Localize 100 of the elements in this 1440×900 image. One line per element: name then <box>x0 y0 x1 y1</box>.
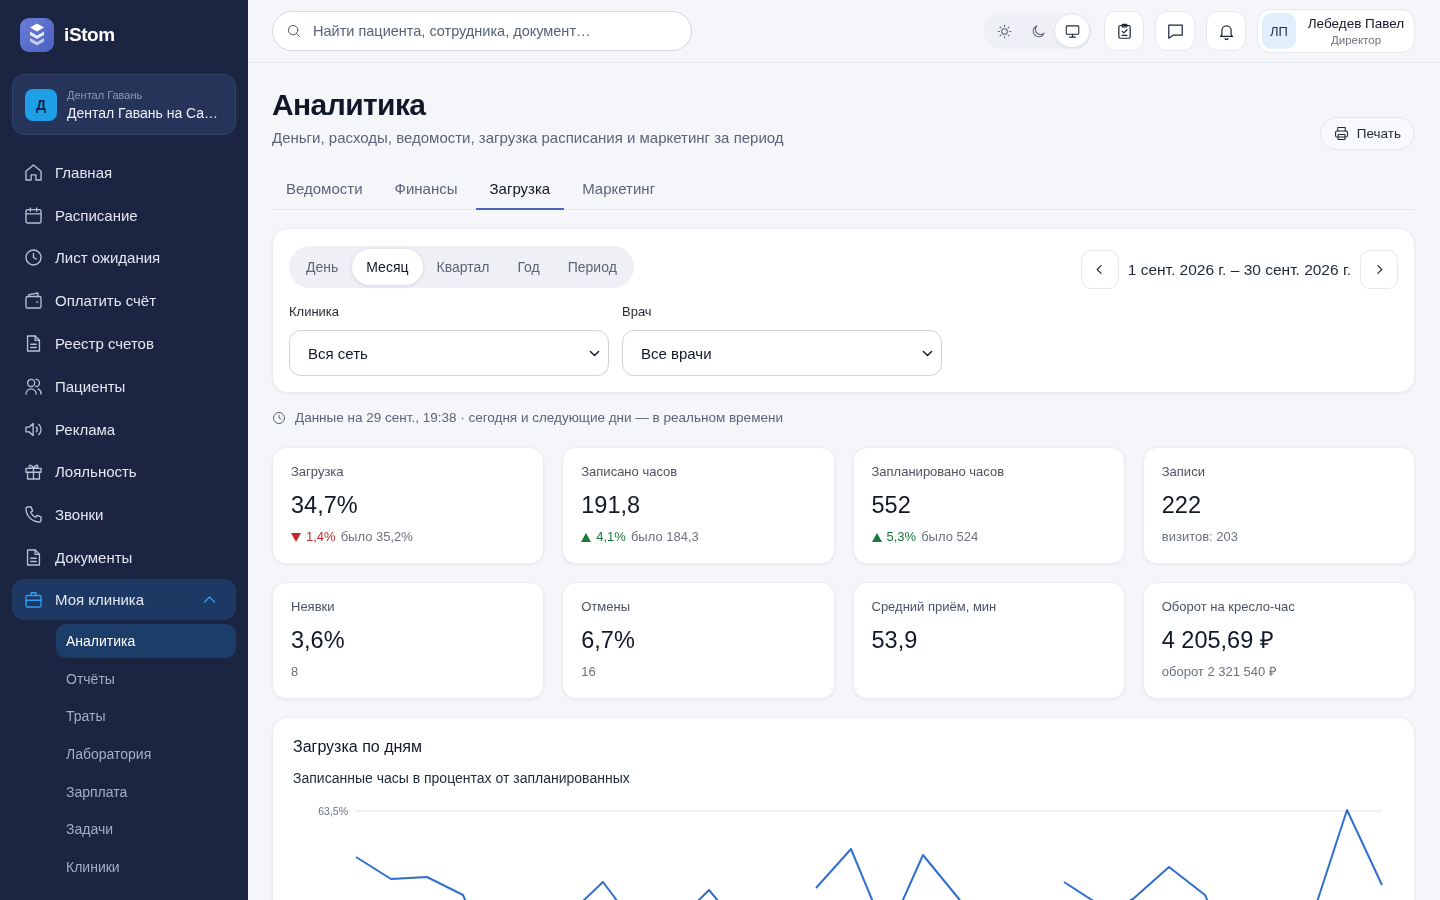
calendar-icon <box>24 205 43 225</box>
chat-bubble-icon <box>1166 22 1184 40</box>
monitor-icon <box>1064 23 1080 39</box>
sidebar-item[interactable]: Реклама <box>12 407 236 451</box>
home-icon <box>24 162 43 182</box>
previous-value: было 35,2% <box>340 529 413 545</box>
bell-icon <box>1217 22 1235 40</box>
moon-icon <box>1030 23 1046 39</box>
sidebar-subitem[interactable]: Клиники <box>56 850 236 885</box>
tasks-button[interactable] <box>1104 11 1144 51</box>
sidebar-subitem[interactable]: Лаборатория <box>56 737 236 772</box>
sidebar-subitem[interactable]: Зарплата <box>56 774 236 809</box>
period-option[interactable]: Период <box>553 248 631 285</box>
print-button[interactable]: Печать <box>1319 117 1415 150</box>
metric-value: 53,9 <box>871 626 918 655</box>
dropdown-field[interactable]: Все врачи <box>622 330 942 376</box>
search-icon <box>287 24 301 38</box>
clinic-network: Дентал Гавань <box>67 88 143 101</box>
sidebar-subitem[interactable]: Траты <box>56 699 236 734</box>
wallet-icon <box>24 291 43 311</box>
search-field[interactable]: Найти пациента, сотрудника, документ… <box>272 11 692 51</box>
clinic-switcher[interactable]: Д Дентал Гавань Дентал Гавань на Са… <box>12 74 236 135</box>
field-label: Клиника <box>289 304 340 320</box>
chart-subtitle: Записанные часы в процентах от запланированных <box>293 769 630 788</box>
brand-name: iStom <box>64 24 115 46</box>
date-range: 1 сент. 2026 г. – 30 сент. 2026 г. <box>1127 260 1351 279</box>
sidebar-item[interactable]: Звонки <box>12 493 236 537</box>
sidebar-item[interactable]: Документы <box>12 536 236 579</box>
triangle-up-icon <box>871 532 882 542</box>
document-icon <box>24 334 43 354</box>
messages-button[interactable] <box>1155 11 1195 51</box>
metric-label: Записано часов <box>581 464 678 480</box>
briefcase-icon <box>24 589 43 609</box>
sidebar-item[interactable]: Оплатить счёт <box>12 279 236 323</box>
logo-icon <box>20 18 54 52</box>
metric-note: 8 <box>291 664 299 680</box>
metric-value: 34,7% <box>291 491 358 520</box>
notifications-button[interactable] <box>1206 11 1246 51</box>
metric-label: Оборот на кресло-час <box>1161 599 1295 615</box>
previous-value: было 184,3 <box>630 529 699 545</box>
axis-tick-label: 63,5% <box>318 805 348 817</box>
sidebar-item[interactable]: Лояльность <box>12 450 236 494</box>
sidebar-item[interactable]: Моя клиника <box>12 578 236 620</box>
sun-icon <box>996 23 1012 39</box>
metric-label: Неявки <box>291 599 335 615</box>
sidebar-subitem[interactable]: Аналитика <box>56 623 236 658</box>
clinic-name: Дентал Гавань на Са… <box>67 104 219 121</box>
period-option[interactable]: Год <box>503 248 554 285</box>
clock-icon <box>24 248 43 268</box>
phone-icon <box>24 505 43 525</box>
metric-note: оборот 2 321 540 ₽ <box>1161 664 1277 680</box>
printer-icon <box>1333 126 1349 141</box>
metric-label: Средний приём, мин <box>871 599 997 615</box>
tab[interactable]: Маркетинг <box>568 168 670 210</box>
sidebar-subitem[interactable]: Задачи <box>56 812 236 847</box>
sidebar-item[interactable]: Пациенты <box>12 365 236 408</box>
data-status-text: Данные на 29 сент., 19:38 · сегодня и следующие дни — в реальном времени <box>295 409 783 427</box>
document-icon <box>24 548 43 568</box>
sidebar-item[interactable]: Главная <box>12 151 236 194</box>
dropdown-field[interactable]: Вся сеть <box>289 330 609 376</box>
chart-title: Загрузка по дням <box>293 737 422 757</box>
period-option[interactable]: День <box>292 248 353 285</box>
page-title: Аналитика <box>272 87 426 123</box>
clock-icon <box>272 411 286 425</box>
metric-label: Загрузка <box>291 464 344 480</box>
user-avatar: ЛП <box>1262 13 1296 49</box>
metric-label: Записи <box>1161 464 1205 480</box>
metric-value: 191,8 <box>581 491 641 520</box>
metric-value: 4 205,69 ₽ <box>1161 626 1274 655</box>
metric-label: Отмены <box>581 599 630 615</box>
sidebar-item[interactable]: Реестр счетов <box>12 322 236 365</box>
profile-menu[interactable]: ЛП Лебедев Павел Директор <box>1257 9 1415 53</box>
triangle-down-icon <box>291 532 301 542</box>
metric-value: 222 <box>1161 491 1201 520</box>
metric-value: 3,6% <box>291 626 345 655</box>
delta-value: 4,1% <box>596 529 626 545</box>
triangle-up-icon <box>581 532 592 542</box>
sidebar-item[interactable]: Лист ожидания <box>12 236 236 280</box>
period-option[interactable]: Квартал <box>422 248 504 285</box>
metric-value: 552 <box>871 491 911 520</box>
delta-value: 5,3% <box>886 529 917 545</box>
tab[interactable]: Финансы <box>380 168 472 210</box>
delta-value: 1,4% <box>306 529 336 545</box>
gift-icon <box>24 462 43 482</box>
sidebar-subitem[interactable]: Отчёты <box>56 661 236 696</box>
clipboard-check-icon <box>1115 22 1133 40</box>
previous-value: было 524 <box>921 529 979 545</box>
field-label: Врач <box>622 304 652 320</box>
tab[interactable]: Загрузка <box>475 168 565 210</box>
user-name: Лебедев Павел <box>1307 16 1405 31</box>
people-icon <box>24 376 43 396</box>
system-theme-button[interactable] <box>1055 15 1089 47</box>
period-option[interactable]: Месяц <box>352 248 423 285</box>
metric-note: визитов: 203 <box>1161 529 1238 545</box>
metric-value: 6,7% <box>581 626 635 655</box>
metric-note: 16 <box>581 664 596 680</box>
user-role: Директор <box>1330 34 1382 46</box>
clinic-avatar: Д <box>25 88 57 121</box>
tab[interactable]: Ведомости <box>272 168 377 210</box>
sidebar-item[interactable]: Расписание <box>12 193 236 237</box>
